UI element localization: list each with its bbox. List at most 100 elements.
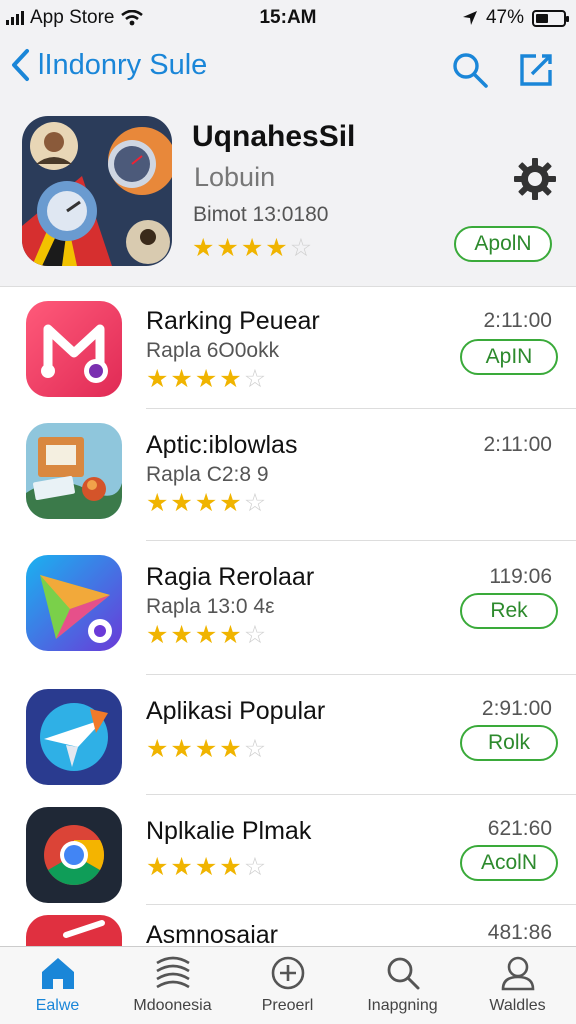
featured-app-subtitle: Lobuin	[194, 162, 276, 192]
tab-label: Inapgning	[367, 997, 438, 1014]
person-icon	[501, 956, 534, 991]
star-icon: ★	[192, 234, 215, 262]
star-icon: ★	[219, 853, 242, 881]
star-icon: ★	[265, 234, 288, 262]
star-icon: ★	[219, 365, 242, 393]
location-arrow-icon	[462, 11, 477, 25]
tab-bar: Ealwe Mdoonesia Preoerl Inapgning Waldle…	[0, 946, 576, 1024]
featured-app-icon[interactable]	[22, 116, 172, 266]
app-time: 2:91:00	[481, 697, 552, 720]
star-icon: ★	[170, 621, 193, 649]
app-name: Aplikasi Popular	[146, 697, 326, 725]
chrome-icon	[26, 807, 122, 903]
star-icon: ★	[240, 234, 264, 262]
tab-label: Waldles	[489, 997, 546, 1014]
star-icon: ★	[216, 234, 239, 262]
featured-app-meta: Bimot 13:0180	[193, 203, 329, 226]
tab-label: Mdoonesia	[133, 997, 212, 1014]
app-name: Aptic:iblowlas	[146, 431, 298, 459]
compose-button[interactable]	[516, 50, 556, 90]
battery-icon	[532, 9, 569, 27]
star-icon: ★	[146, 621, 169, 649]
app-time: 2:11:00	[483, 433, 552, 456]
star-icon: ☆	[243, 365, 267, 393]
app-subtitle: Rapla C2:8 9	[146, 463, 269, 486]
back-button[interactable]: lIndonry Sule	[10, 48, 207, 82]
list-item[interactable]: Ragia Rerolaar Rapla 13:0 4ε ★ ★ ★ ★ ☆ 119:0…	[0, 541, 576, 666]
star-icon: ★	[194, 365, 218, 393]
tab-label: Ealwe	[35, 997, 80, 1014]
list-item[interactable]: Rarking Peuear Rapla 6O0okk ★ ★ ★ ★ ☆ 2:11:0…	[0, 287, 576, 412]
search-icon	[387, 957, 419, 990]
app-time: 119:06	[489, 565, 552, 588]
app-rating-stars: ★ ★ ★ ★ ☆	[146, 491, 266, 516]
star-icon: ☆	[243, 489, 267, 517]
star-icon: ★	[219, 621, 242, 649]
star-icon: ★	[219, 735, 242, 763]
app-get-button[interactable]: AcolN	[460, 845, 558, 881]
tab-home[interactable]: Ealwe	[0, 955, 115, 1015]
list-item[interactable]: Asmnosaiar 481:86	[0, 905, 576, 946]
star-icon: ★	[194, 621, 218, 649]
list-item[interactable]: Nplkalie Plmak ★ ★ ★ ★ ☆ 621:60 AcolN	[0, 795, 576, 920]
waves-icon	[155, 956, 190, 989]
app-time: 2:11:00	[483, 309, 552, 332]
battery-percent: 47%	[485, 7, 524, 28]
star-icon: ★	[194, 735, 218, 763]
tab-search[interactable]: Inapgning	[345, 955, 460, 1015]
app-time: 621:60	[487, 817, 552, 840]
star-icon: ☆	[289, 234, 313, 262]
featured-app-title: UqnahesSil	[192, 120, 356, 153]
navigation-bar: lIndonry Sule	[0, 40, 576, 100]
star-icon: ☆	[243, 735, 267, 763]
tab-add[interactable]: Preoerl	[230, 955, 345, 1015]
search-icon	[453, 53, 488, 88]
status-bar: App Store 15:AM 47%	[0, 0, 576, 34]
home-icon	[41, 958, 74, 989]
list-item[interactable]: Aplikasi Popular ★ ★ ★ ★ ☆ 2:91:00 Rolk	[0, 675, 576, 800]
featured-get-button[interactable]: ApolN	[454, 226, 552, 262]
app-rating-stars: ★ ★ ★ ★ ☆	[146, 623, 266, 648]
app-list: Rarking Peuear Rapla 6O0okk ★ ★ ★ ★ ☆ 2:11:0…	[0, 286, 576, 946]
plane-app-icon	[26, 689, 122, 785]
status-right: 47%	[462, 7, 569, 29]
tab-browse[interactable]: Mdoonesia	[115, 955, 230, 1015]
star-icon: ★	[146, 489, 169, 517]
search-button[interactable]	[450, 50, 490, 90]
star-icon: ☆	[243, 621, 267, 649]
app-rating-stars: ★ ★ ★ ★ ☆	[146, 737, 266, 762]
red-app-icon	[26, 915, 122, 946]
tab-label: Preoerl	[261, 997, 314, 1014]
app-subtitle: Rapla 13:0 4ε	[146, 595, 275, 618]
star-icon: ★	[170, 365, 193, 393]
star-icon: ★	[170, 735, 193, 763]
gear-icon[interactable]	[512, 156, 558, 202]
list-item[interactable]: Aptic:iblowlas Rapla C2:8 9 ★ ★ ★ ★ ☆ 2:11:0…	[0, 409, 576, 534]
paper-plane-app-icon	[26, 555, 122, 651]
star-icon: ★	[146, 365, 169, 393]
chevron-left-icon	[12, 49, 29, 81]
plus-circle-icon	[271, 956, 304, 990]
app-time: 481:86	[487, 921, 552, 944]
featured-rating-stars: ★ ★ ★ ★ ☆	[192, 236, 312, 261]
star-icon: ☆	[243, 853, 267, 881]
app-name: Ragia Rerolaar	[146, 563, 315, 591]
app-get-button[interactable]: Rek	[460, 593, 558, 629]
illustration-app-icon	[26, 423, 122, 519]
app-get-button[interactable]: ApIN	[460, 339, 558, 375]
star-icon: ★	[194, 853, 218, 881]
star-icon: ★	[146, 735, 169, 763]
star-icon: ★	[219, 489, 242, 517]
nav-title: lIndonry Sule	[38, 48, 208, 81]
tab-profile[interactable]: Waldles	[460, 955, 575, 1015]
app-rating-stars: ★ ★ ★ ★ ☆	[146, 367, 266, 392]
app-get-button[interactable]: Rolk	[460, 725, 558, 761]
battery-fill	[536, 13, 549, 23]
star-icon: ★	[146, 853, 169, 881]
app-subtitle: Rapla 6O0okk	[146, 339, 280, 362]
star-icon: ★	[170, 853, 193, 881]
star-icon: ★	[170, 489, 193, 517]
app-rating-stars: ★ ★ ★ ★ ☆	[146, 855, 266, 880]
mail-app-icon	[26, 301, 122, 397]
app-name: Nplkalie Plmak	[146, 817, 312, 845]
